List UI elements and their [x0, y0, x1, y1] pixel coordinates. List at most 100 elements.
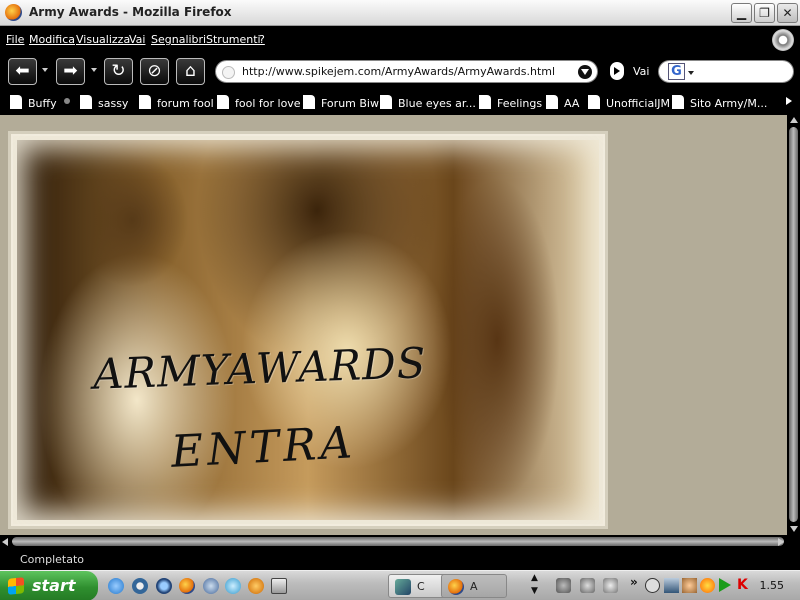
- address-history-dropdown[interactable]: [578, 65, 592, 79]
- bookmark-item[interactable]: Buffy: [10, 95, 57, 110]
- forward-arrow-icon: ➡: [63, 61, 78, 81]
- search-bar[interactable]: G: [658, 60, 794, 83]
- bookmark-item[interactable]: Feelings: [479, 95, 542, 110]
- menu-vai[interactable]: Vai: [129, 33, 145, 46]
- bookmark-page-icon: [10, 95, 22, 109]
- scroll-down-arrow-icon[interactable]: [790, 526, 798, 532]
- taskbar-scroll-down-icon[interactable]: ▼: [531, 586, 538, 596]
- address-url[interactable]: http://www.spikejem.com/ArmyAwards/ArmyA…: [242, 65, 555, 78]
- internet-explorer-icon[interactable]: [108, 578, 124, 594]
- window-title: Army Awards - Mozilla Firefox: [29, 5, 232, 19]
- status-bar: Completato: [0, 548, 800, 570]
- toolbar-overflow-chevron-icon[interactable]: »: [630, 575, 638, 589]
- calculator-icon[interactable]: [271, 578, 287, 594]
- stop-icon: ⊘: [147, 61, 162, 81]
- vertical-scrollbar[interactable]: [787, 115, 800, 535]
- bookmark-label: Forum Biw: [321, 97, 379, 110]
- bookmark-item[interactable]: AA: [546, 95, 579, 110]
- firefox-icon: [5, 4, 22, 21]
- stop-button[interactable]: ⊘: [140, 58, 169, 85]
- menu-strumenti[interactable]: Strumenti: [206, 33, 261, 46]
- search-globe-icon[interactable]: [156, 578, 172, 594]
- menu-file[interactable]: File: [6, 33, 24, 46]
- scanner-icon[interactable]: [603, 578, 618, 593]
- back-history-dropdown[interactable]: [42, 68, 48, 72]
- firefox-quicklaunch-icon[interactable]: [179, 578, 195, 594]
- go-label[interactable]: Vai: [633, 65, 649, 78]
- bookmark-dot-icon: [64, 98, 70, 104]
- vertical-scroll-thumb[interactable]: [789, 127, 798, 522]
- bookmark-label: AA: [564, 97, 580, 110]
- bookmark-page-icon: [672, 95, 684, 109]
- network-drive-icon[interactable]: [556, 578, 571, 593]
- bookmark-label: Blue eyes ar...: [398, 97, 476, 110]
- throbber-icon: [772, 29, 794, 51]
- menu-help[interactable]: ?: [259, 33, 265, 46]
- menu-segnalibri[interactable]: Segnalibri: [151, 33, 206, 46]
- start-button[interactable]: start: [0, 571, 98, 600]
- bookmark-item[interactable]: fool for love: [217, 95, 301, 110]
- kaspersky-icon[interactable]: K: [737, 578, 752, 593]
- bookmark-item[interactable]: sassy: [80, 95, 128, 110]
- task-app-icon: [395, 579, 411, 595]
- bookmark-page-icon: [380, 95, 392, 109]
- go-button[interactable]: [610, 62, 624, 80]
- enter-link[interactable]: ENTRA: [170, 417, 357, 478]
- bookmark-page-icon: [479, 95, 491, 109]
- home-button[interactable]: ⌂: [176, 58, 205, 85]
- task-label: C: [417, 580, 425, 593]
- windows-logo-icon: [8, 577, 24, 595]
- task-button-a[interactable]: A: [441, 574, 507, 598]
- forward-button[interactable]: ➡: [56, 58, 85, 85]
- menu-visualizza[interactable]: Visualizza: [76, 33, 130, 46]
- horizontal-scroll-thumb[interactable]: [12, 537, 784, 546]
- media-player-icon[interactable]: [132, 578, 148, 594]
- horizontal-scrollbar[interactable]: [0, 535, 800, 548]
- forward-history-dropdown[interactable]: [91, 68, 97, 72]
- windows-taskbar: start C A ▲ ▼ » K 1.55: [0, 570, 800, 600]
- bookmark-item[interactable]: UnofficialJM: [588, 95, 670, 110]
- bookmark-label: Buffy: [28, 97, 57, 110]
- outlook-icon[interactable]: [225, 578, 241, 594]
- scroll-right-arrow-icon[interactable]: [778, 538, 784, 546]
- messenger-icon[interactable]: [203, 578, 219, 594]
- scroll-left-arrow-icon[interactable]: [2, 538, 8, 546]
- bookmark-page-icon: [139, 95, 151, 109]
- bookmark-item[interactable]: Blue eyes ar...: [380, 95, 476, 110]
- bookmark-label: Feelings: [497, 97, 543, 110]
- bookmark-page-icon: [80, 95, 92, 109]
- search-engine-dropdown[interactable]: [688, 71, 694, 75]
- play-icon[interactable]: [719, 578, 731, 592]
- maximize-button[interactable]: ❐: [754, 3, 775, 23]
- start-label: start: [32, 576, 76, 595]
- bookmark-page-icon: [588, 95, 600, 109]
- reload-button[interactable]: ↻: [104, 58, 133, 85]
- network-connection-icon[interactable]: [664, 578, 679, 593]
- title-bar: Army Awards - Mozilla Firefox ▁ ❐ ✕: [0, 0, 800, 26]
- bookmark-label: sassy: [98, 97, 129, 110]
- back-arrow-icon: ⬅: [15, 61, 30, 81]
- minimize-button[interactable]: ▁: [731, 3, 752, 23]
- bookmark-item[interactable]: forum fool: [139, 95, 214, 110]
- printer-icon[interactable]: [580, 578, 595, 593]
- menu-modifica[interactable]: Modifica: [29, 33, 75, 46]
- bookmarks-overflow-chevron-icon[interactable]: [786, 97, 792, 105]
- back-button[interactable]: ⬅: [8, 58, 37, 85]
- bookmark-page-icon: [546, 95, 558, 109]
- taskbar-scroll-up-icon[interactable]: ▲: [531, 573, 538, 583]
- army-awards-banner: ARMYAWARDS ENTRA: [8, 131, 608, 529]
- reload-icon: ↻: [111, 61, 126, 81]
- page-icon: [222, 66, 235, 79]
- bookmark-item[interactable]: Sito Army/M...: [672, 95, 767, 110]
- tray-expand-icon[interactable]: [645, 578, 660, 593]
- google-search-engine-icon[interactable]: G: [668, 63, 685, 80]
- bookmark-label: fool for love: [235, 97, 301, 110]
- address-bar[interactable]: http://www.spikejem.com/ArmyAwards/ArmyA…: [215, 60, 598, 83]
- bookmark-item[interactable]: [64, 95, 76, 108]
- close-button[interactable]: ✕: [777, 3, 798, 23]
- bluetooth-icon[interactable]: [682, 578, 697, 593]
- messenger-status-icon[interactable]: [700, 578, 715, 593]
- users-icon[interactable]: [248, 578, 264, 594]
- bookmark-item[interactable]: Forum Biw: [303, 95, 379, 110]
- scroll-up-arrow-icon[interactable]: [790, 117, 798, 123]
